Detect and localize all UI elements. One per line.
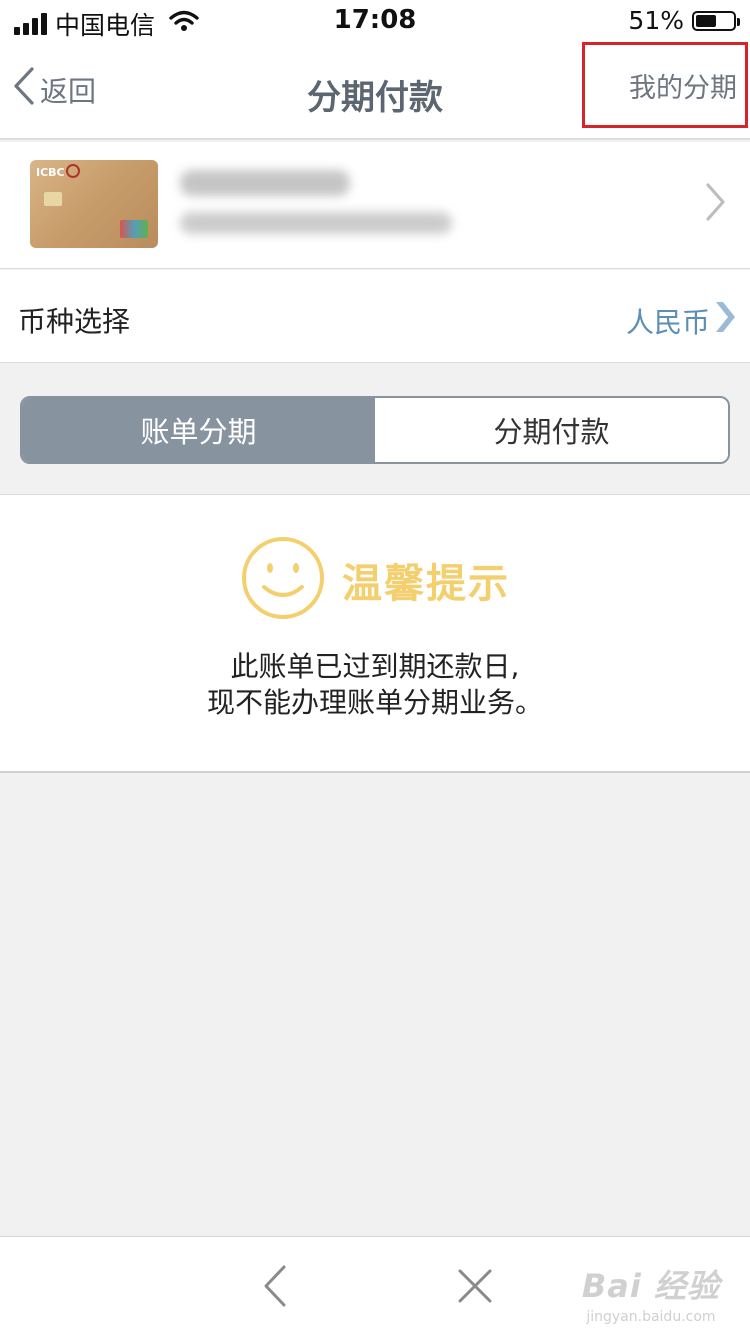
nav-bar: 返回 分期付款 我的分期 bbox=[0, 42, 750, 140]
tip-panel: 温馨提示 此账单已过到期还款日, 现不能办理账单分期业务。 bbox=[0, 494, 750, 773]
bottom-toolbar: Bai 经验 jingyan.baidu.com bbox=[0, 1236, 750, 1335]
card-chip-icon bbox=[44, 192, 62, 206]
tip-message-line-2: 现不能办理账单分期业务。 bbox=[206, 686, 543, 719]
card-brand: ICBC bbox=[36, 166, 65, 179]
card-selector[interactable]: ICBC bbox=[0, 142, 750, 269]
status-right: 51% bbox=[628, 6, 740, 35]
smiley-icon bbox=[240, 535, 326, 625]
card-number-blurred bbox=[180, 212, 452, 234]
card-network-icon bbox=[120, 220, 148, 238]
chevron-right-icon bbox=[712, 300, 736, 341]
status-bar: 中国电信 17:08 51% bbox=[0, 0, 750, 42]
tab-installment-payment[interactable]: 分期付款 bbox=[375, 398, 728, 462]
browser-back-icon[interactable] bbox=[258, 1263, 294, 1313]
battery-icon bbox=[692, 10, 740, 31]
currency-value-group: 人民币 bbox=[626, 300, 736, 341]
tab-bill-installment[interactable]: 账单分期 bbox=[22, 398, 375, 462]
currency-value: 人民币 bbox=[625, 305, 710, 339]
card-name-blurred bbox=[180, 170, 350, 196]
my-installments-label: 我的分期 bbox=[629, 72, 737, 104]
bank-logo-icon bbox=[66, 164, 80, 178]
tip-message-line-1: 此账单已过到期还款日, bbox=[230, 650, 520, 683]
baidu-watermark: Bai 经验 jingyan.baidu.com bbox=[582, 1261, 720, 1325]
battery-percent: 51% bbox=[628, 6, 684, 35]
tip-title: 温馨提示 bbox=[342, 561, 510, 607]
chevron-right-icon bbox=[704, 182, 726, 226]
bank-card-image: ICBC bbox=[30, 160, 158, 248]
close-icon[interactable] bbox=[456, 1267, 494, 1309]
currency-label: 币种选择 bbox=[18, 305, 131, 338]
watermark-url: jingyan.baidu.com bbox=[586, 1309, 716, 1325]
currency-selector[interactable]: 币种选择 人民币 bbox=[0, 270, 750, 363]
my-installments-button[interactable]: 我的分期 bbox=[582, 42, 748, 128]
watermark-logo-text: Bai 经验 bbox=[581, 1267, 720, 1305]
installment-type-tabs: 账单分期 分期付款 bbox=[20, 396, 730, 464]
